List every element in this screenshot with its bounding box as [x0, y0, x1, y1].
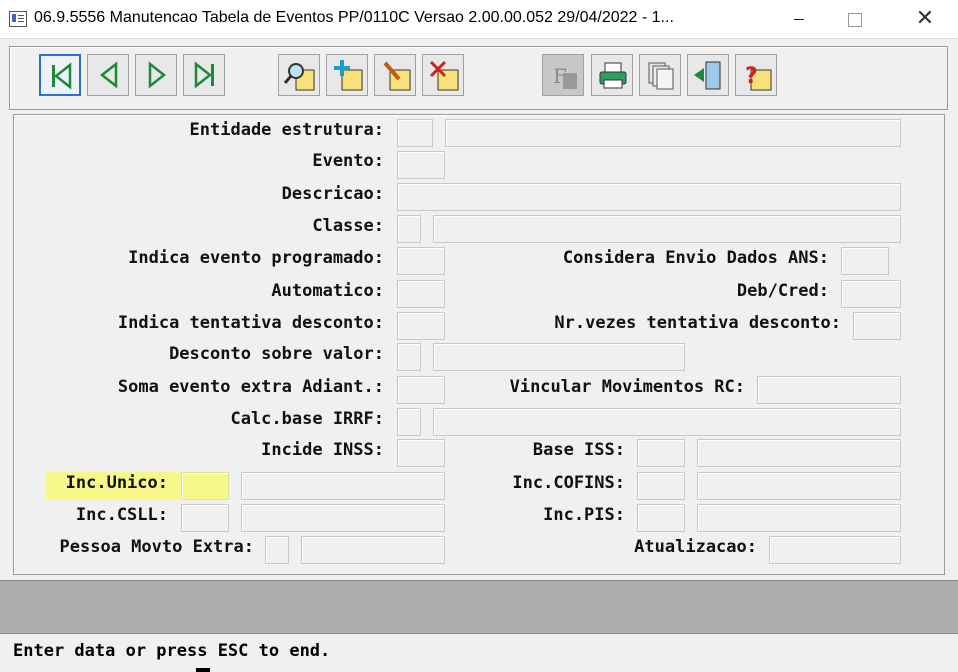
last-icon [194, 61, 214, 89]
deb-cred-label: Deb/Cred: [736, 281, 829, 301]
add-button[interactable] [326, 54, 368, 96]
evento-label: Evento: [312, 151, 384, 171]
classe-label: Classe: [312, 216, 384, 236]
edit-button[interactable] [374, 54, 416, 96]
delete-button[interactable] [422, 54, 464, 96]
atualizacao-label: Atualizacao: [634, 537, 757, 557]
filter-f-icon: F [553, 64, 577, 89]
considera-envio-dados-ans-field[interactable] [841, 247, 889, 275]
app-window-icon [9, 11, 27, 27]
entidade-estrutura-desc-field [445, 119, 901, 147]
evento-field[interactable] [397, 151, 445, 179]
last-record-button[interactable] [183, 54, 225, 96]
classe-code-field[interactable] [397, 215, 421, 243]
pessoa-movto-extra-label: Pessoa Movto Extra: [59, 537, 254, 557]
calc-base-irrf-desc-field [433, 408, 901, 436]
inc-csll-field[interactable] [181, 504, 229, 532]
desconto-sobre-valor-desc-field [433, 343, 685, 371]
first-icon [52, 62, 72, 90]
entidade-estrutura-label: Entidade estrutura: [189, 120, 384, 140]
atualizacao-field[interactable] [769, 536, 901, 564]
first-record-button[interactable] [39, 54, 81, 96]
inc-unico-field[interactable] [181, 472, 229, 500]
inc-csll-desc-field [241, 504, 445, 532]
incide-inss-label: Incide INSS: [261, 440, 384, 460]
soma-evento-extra-adiant-label: Soma evento extra Adiant.: [117, 377, 384, 397]
copy-button[interactable] [639, 54, 681, 96]
nr-vezes-tentativa-desconto-label: Nr.vezes tentativa desconto: [554, 313, 841, 333]
minimize-icon [794, 19, 804, 20]
inc-cofins-desc-field [697, 472, 901, 500]
maximize-icon [848, 13, 862, 27]
pessoa-movto-extra-field[interactable] [265, 536, 289, 564]
delete-x-icon [429, 60, 459, 91]
vincular-movimentos-rc-label: Vincular Movimentos RC: [509, 377, 745, 397]
descricao-field[interactable] [397, 183, 901, 211]
automatico-label: Automatico: [271, 281, 384, 301]
entidade-estrutura-code-field[interactable] [397, 119, 433, 147]
next-record-button[interactable] [135, 54, 177, 96]
magnifier-icon [283, 63, 315, 91]
indica-evento-programado-field[interactable] [397, 247, 445, 275]
toolbar: F ? [9, 46, 948, 110]
deb-cred-field[interactable] [841, 280, 901, 308]
previous-record-button[interactable] [87, 54, 129, 96]
descricao-label: Descricao: [281, 184, 384, 204]
window-title: 06.9.5556 Manutencao Tabela de Eventos P… [34, 9, 674, 26]
soma-evento-extra-adiant-field[interactable] [397, 376, 445, 404]
inc-pis-field[interactable] [637, 504, 685, 532]
close-icon: ✕ [915, 6, 935, 31]
help-button[interactable]: ? [735, 54, 777, 96]
indica-tentativa-desconto-field[interactable] [397, 312, 445, 340]
inc-pis-label: Inc.PIS: [543, 505, 625, 525]
exit-button[interactable] [687, 54, 729, 96]
incide-inss-field[interactable] [397, 439, 445, 467]
title-bar: 06.9.5556 Manutencao Tabela de Eventos P… [0, 0, 958, 39]
status-band [0, 580, 958, 634]
inc-unico-desc-field [241, 472, 445, 500]
svg-text:?: ? [745, 64, 758, 89]
print-button[interactable] [591, 54, 633, 96]
inc-pis-desc-field [697, 504, 901, 532]
printer-icon [599, 62, 627, 89]
filter-button[interactable]: F [542, 54, 584, 96]
exit-door-icon [694, 61, 721, 90]
indica-tentativa-desconto-label: Indica tentativa desconto: [117, 313, 384, 333]
base-iss-desc-field [697, 439, 901, 467]
text-cursor [196, 668, 210, 672]
vincular-movimentos-rc-field[interactable] [757, 376, 901, 404]
nr-vezes-tentativa-desconto-field[interactable] [853, 312, 901, 340]
desconto-sobre-valor-label: Desconto sobre valor: [169, 344, 384, 364]
search-button[interactable] [278, 54, 320, 96]
calc-base-irrf-field[interactable] [397, 408, 421, 436]
status-message: Enter data or press ESC to end. [13, 641, 331, 661]
inc-cofins-label: Inc.COFINS: [512, 473, 625, 493]
minimize-button[interactable] [776, 0, 822, 38]
base-iss-label: Base ISS: [532, 440, 625, 460]
inc-csll-label: Inc.CSLL: [75, 505, 168, 525]
help-question-icon: ? [745, 64, 772, 91]
considera-envio-dados-ans-label: Considera Envio Dados ANS: [562, 248, 829, 268]
pencil-icon [383, 61, 411, 91]
previous-icon [99, 61, 118, 89]
classe-desc-field [433, 215, 901, 243]
copy-pages-icon [648, 62, 674, 90]
inc-cofins-field[interactable] [637, 472, 685, 500]
add-icon [334, 60, 363, 91]
automatico-field[interactable] [397, 280, 445, 308]
base-iss-field[interactable] [637, 439, 685, 467]
desconto-sobre-valor-field[interactable] [397, 343, 421, 371]
indica-evento-programado-label: Indica evento programado: [128, 248, 384, 268]
next-icon [148, 61, 167, 89]
calc-base-irrf-label: Calc.base IRRF: [230, 409, 384, 429]
pessoa-movto-extra-desc-field [301, 536, 445, 564]
inc-unico-label: Inc.Unico: [65, 473, 168, 493]
close-button[interactable]: ✕ [902, 0, 948, 38]
maximize-button[interactable] [832, 0, 878, 38]
